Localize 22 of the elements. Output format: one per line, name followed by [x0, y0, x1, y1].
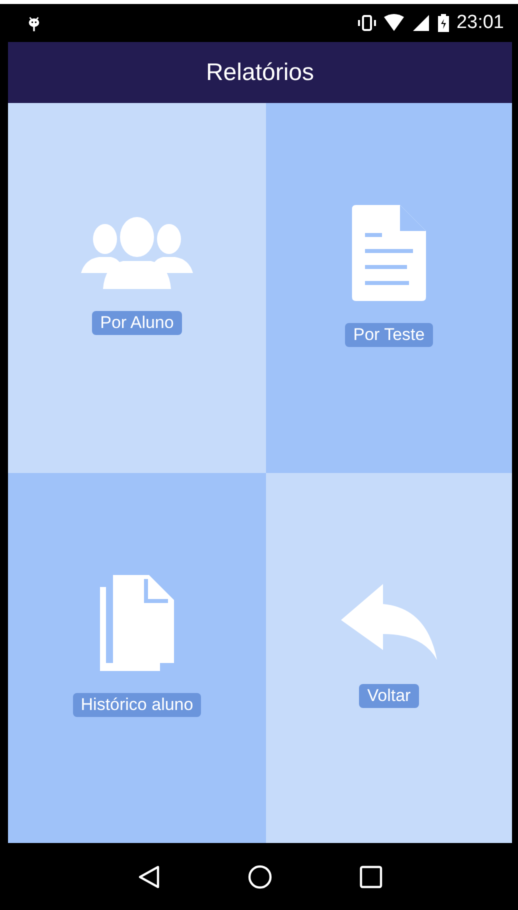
menu-tile[interactable]: Por Teste [266, 103, 512, 473]
tile-label: Histórico aluno [72, 693, 202, 717]
document-icon [352, 205, 426, 301]
tile-label: Voltar [359, 684, 419, 708]
recents-icon[interactable] [358, 864, 383, 888]
back-icon[interactable] [137, 864, 162, 888]
menu-tile[interactable]: Por Aluno [8, 103, 266, 473]
wifi-icon [384, 14, 404, 32]
reply-icon [341, 584, 437, 662]
home-icon[interactable] [248, 864, 272, 888]
android-icon [28, 14, 40, 32]
menu-tile[interactable]: Voltar [266, 473, 512, 843]
menu-tile[interactable]: Histórico aluno [8, 473, 266, 843]
vibrate-icon [357, 14, 378, 32]
tile-label: Por Teste [345, 323, 433, 347]
people-icon [81, 217, 193, 289]
screen-title: Relatórios [206, 58, 314, 86]
documents-icon [100, 575, 174, 671]
tile-label: Por Aluno [92, 311, 182, 335]
signal-icon [411, 14, 432, 32]
battery-icon [438, 14, 450, 32]
clock: 23:01 [456, 12, 504, 34]
